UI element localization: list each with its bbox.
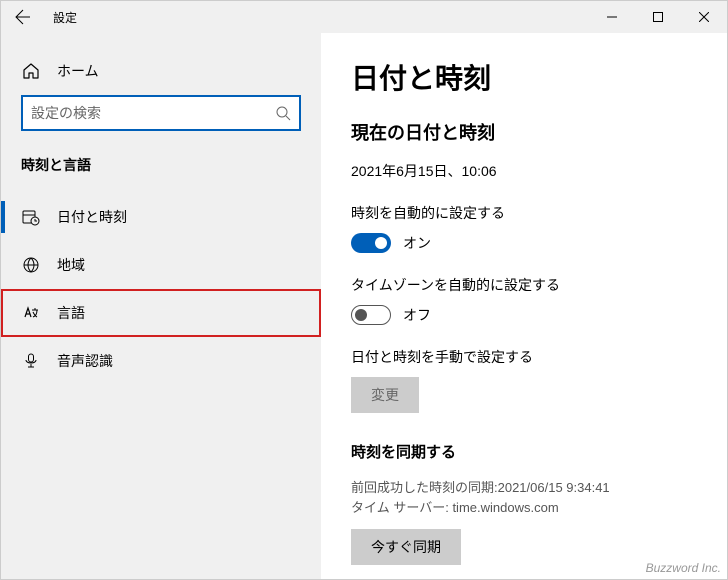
sidebar-item-language[interactable]: 言語	[1, 289, 321, 337]
watermark: Buzzword Inc.	[646, 561, 721, 575]
window-title: 設定	[53, 9, 589, 26]
sidebar: ホーム 時刻と言語 日付と時刻 地域 言語	[1, 33, 321, 579]
category-heading: 時刻と言語	[1, 155, 321, 193]
search-input[interactable]	[21, 95, 301, 131]
arrow-left-icon	[15, 9, 31, 25]
sync-info: 前回成功した時刻の同期:2021/06/15 9:34:41 タイム サーバー:…	[351, 478, 697, 517]
sidebar-item-label: 日付と時刻	[57, 207, 127, 227]
auto-timezone-state: オフ	[403, 305, 431, 325]
search-field[interactable]	[31, 105, 275, 121]
auto-timezone-label: タイムゾーンを自動的に設定する	[351, 275, 697, 295]
sidebar-item-label: 音声認識	[57, 351, 113, 371]
current-datetime-value: 2021年6月15日、10:06	[351, 161, 697, 181]
home-icon	[21, 61, 41, 81]
sidebar-item-speech[interactable]: 音声認識	[1, 337, 321, 385]
home-label: ホーム	[57, 61, 99, 81]
search-icon	[275, 105, 291, 121]
manual-set-label: 日付と時刻を手動で設定する	[351, 347, 697, 367]
minimize-button[interactable]	[589, 1, 635, 33]
home-link[interactable]: ホーム	[1, 53, 321, 95]
auto-time-label: 時刻を自動的に設定する	[351, 203, 697, 223]
titlebar: 設定	[1, 1, 727, 33]
maximize-button[interactable]	[635, 1, 681, 33]
auto-time-toggle[interactable]	[351, 233, 391, 253]
page-title: 日付と時刻	[351, 57, 697, 97]
maximize-icon	[653, 12, 663, 22]
auto-timezone-toggle[interactable]	[351, 305, 391, 325]
sidebar-item-label: 言語	[57, 303, 85, 323]
close-button[interactable]	[681, 1, 727, 33]
sync-last-success: 前回成功した時刻の同期:2021/06/15 9:34:41	[351, 478, 697, 498]
sync-heading: 時刻を同期する	[351, 441, 697, 462]
language-icon	[21, 303, 41, 323]
sync-now-button[interactable]: 今すぐ同期	[351, 529, 461, 565]
sidebar-item-label: 地域	[57, 255, 85, 275]
globe-icon	[21, 255, 41, 275]
minimize-icon	[607, 12, 617, 22]
content-pane: 日付と時刻 現在の日付と時刻 2021年6月15日、10:06 時刻を自動的に設…	[321, 33, 727, 579]
change-button[interactable]: 変更	[351, 377, 419, 413]
calendar-clock-icon	[21, 207, 41, 227]
back-button[interactable]	[1, 1, 45, 33]
sidebar-item-datetime[interactable]: 日付と時刻	[1, 193, 321, 241]
close-icon	[699, 12, 709, 22]
current-datetime-heading: 現在の日付と時刻	[351, 119, 697, 145]
sidebar-item-region[interactable]: 地域	[1, 241, 321, 289]
sync-server: タイム サーバー: time.windows.com	[351, 498, 697, 518]
window-controls	[589, 1, 727, 33]
auto-time-state: オン	[403, 233, 431, 253]
microphone-icon	[21, 351, 41, 371]
